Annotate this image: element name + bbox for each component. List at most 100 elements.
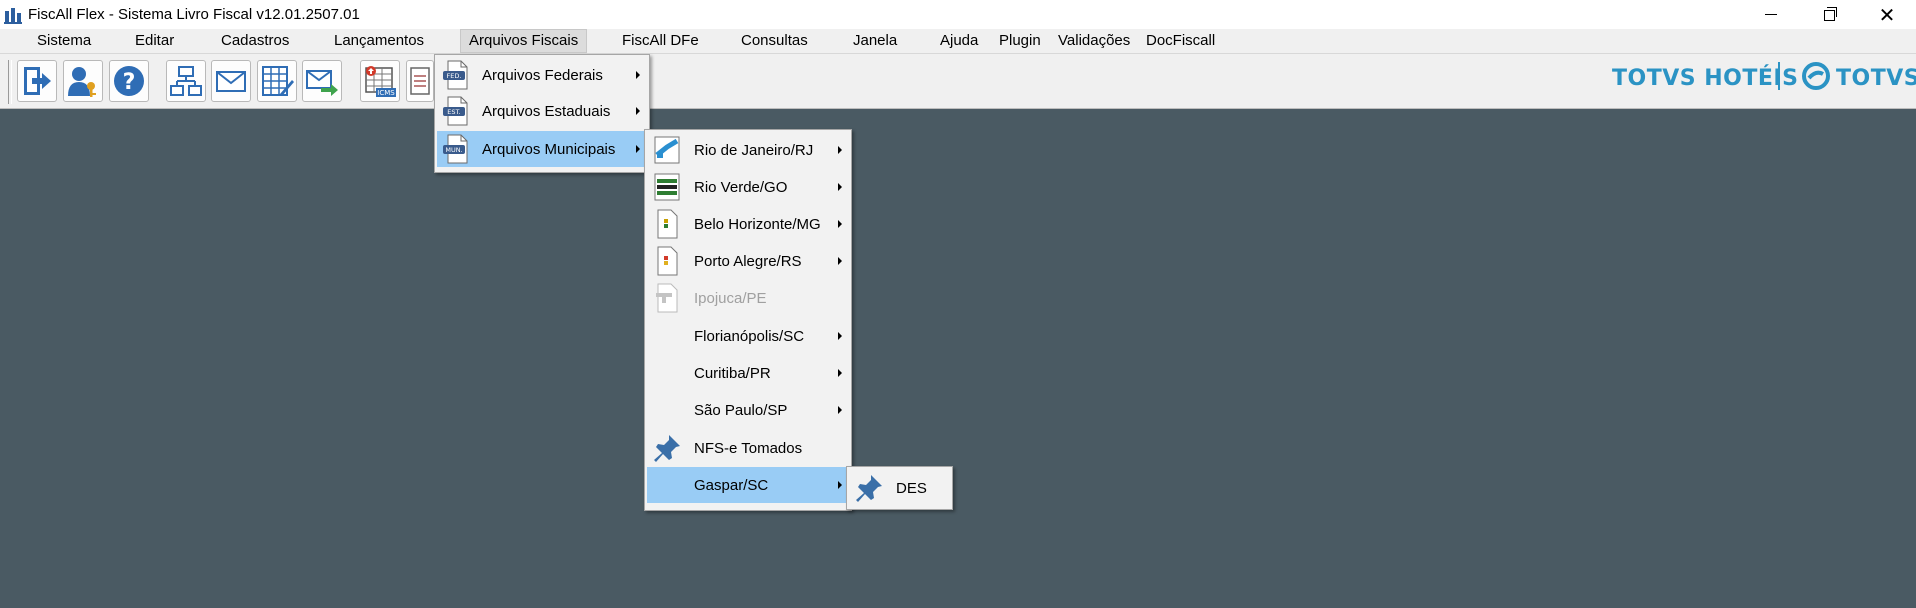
- help-icon: ?: [114, 66, 144, 96]
- submenu-arrow-icon: [636, 71, 640, 79]
- restore-icon: [1823, 7, 1837, 21]
- submenu-arrow-icon: [838, 183, 842, 191]
- submenu-arrow-icon: [838, 220, 842, 228]
- gaspar-menu: DES: [846, 466, 953, 510]
- menu-item-rio-verde[interactable]: Rio Verde/GO: [647, 169, 849, 205]
- submenu-arrow-icon: [838, 146, 842, 154]
- toolbar-grip[interactable]: [8, 60, 12, 104]
- menu-janela[interactable]: Janela: [845, 29, 905, 53]
- menu-item-curitiba[interactable]: Curitiba/PR: [647, 355, 849, 391]
- help-button[interactable]: ?: [109, 60, 149, 102]
- menu-item-arquivos-federais[interactable]: FED. Arquivos Federais: [437, 57, 647, 93]
- menu-item-florianopolis[interactable]: Florianópolis/SC: [647, 318, 849, 354]
- icms-table-icon: ICMS: [365, 66, 396, 97]
- arquivos-fiscais-menu: FED. Arquivos Federais EST. Arquivos Est…: [434, 54, 650, 173]
- menu-item-label: Arquivos Municipais: [482, 140, 616, 158]
- menu-bar: Sistema Editar Cadastros Lançamentos Arq…: [0, 29, 1916, 54]
- est-document-icon: EST.: [443, 96, 468, 126]
- minimize-icon: [1765, 14, 1777, 15]
- exit-icon: [24, 67, 51, 95]
- rio-de-janeiro-flag-icon: [654, 136, 680, 164]
- menu-arquivos-fiscais[interactable]: Arquivos Fiscais: [460, 29, 588, 53]
- totvs-hoteis-logo: TOTVS HOTÉIS: [1612, 66, 1799, 91]
- menu-item-label: Ipojuca/PE: [694, 289, 767, 307]
- menu-item-des[interactable]: DES: [849, 470, 950, 506]
- menu-item-arquivos-estaduais[interactable]: EST. Arquivos Estaduais: [437, 93, 647, 129]
- window-controls: ✕: [1742, 0, 1916, 29]
- svg-text:ICMS: ICMS: [377, 89, 395, 97]
- ipojuca-flag-icon: [656, 283, 678, 313]
- submenu-arrow-icon: [838, 369, 842, 377]
- totvs-logo-icon: [1802, 62, 1830, 90]
- menu-item-ipojuca: Ipojuca/PE: [647, 280, 849, 316]
- app-logo-icon: [4, 6, 22, 24]
- menu-ajuda[interactable]: Ajuda: [932, 29, 986, 53]
- menu-item-label: Gaspar/SC: [694, 476, 769, 494]
- svg-text:?: ?: [123, 70, 136, 95]
- send-mail-icon: [306, 70, 338, 96]
- arquivos-municipais-menu: Rio de Janeiro/RJ Rio Verde/GO Belo Hori…: [644, 129, 852, 511]
- svg-text:MUN.: MUN.: [445, 146, 462, 154]
- spreadsheet-edit-button[interactable]: [257, 60, 297, 102]
- belo-horizonte-flag-icon: [657, 209, 678, 239]
- menu-item-label: Rio de Janeiro/RJ: [694, 141, 814, 159]
- menu-item-label: Belo Horizonte/MG: [694, 215, 821, 233]
- restore-button[interactable]: [1800, 0, 1858, 29]
- submenu-arrow-icon: [838, 332, 842, 340]
- menu-item-arquivos-municipais[interactable]: MUN. Arquivos Municipais: [437, 131, 647, 167]
- menu-item-label: Arquivos Federais: [482, 66, 603, 84]
- send-mail-button[interactable]: [302, 60, 342, 102]
- menu-item-label: Porto Alegre/RS: [694, 252, 802, 270]
- menu-item-gaspar[interactable]: Gaspar/SC: [647, 467, 849, 503]
- close-button[interactable]: ✕: [1858, 0, 1916, 29]
- menu-item-label: Curitiba/PR: [694, 364, 771, 382]
- menu-consultas[interactable]: Consultas: [733, 29, 816, 53]
- svg-text:EST.: EST.: [447, 108, 461, 116]
- menu-item-nfse-tomados[interactable]: NFS-e Tomados: [647, 430, 849, 466]
- menu-docfiscall[interactable]: DocFiscall: [1138, 29, 1223, 53]
- menu-validacoes[interactable]: Validações: [1050, 29, 1138, 53]
- menu-item-rio-de-janeiro[interactable]: Rio de Janeiro/RJ: [647, 132, 849, 168]
- pushpin-icon: [654, 435, 680, 462]
- submenu-arrow-icon: [636, 107, 640, 115]
- document-icon: [410, 67, 430, 95]
- menu-item-label: Rio Verde/GO: [694, 178, 788, 196]
- close-icon: ✕: [1878, 2, 1896, 27]
- pushpin-icon: [856, 475, 882, 502]
- hierarchy-button[interactable]: [166, 60, 206, 102]
- menu-item-label: São Paulo/SP: [694, 401, 788, 419]
- menu-item-porto-alegre[interactable]: Porto Alegre/RS: [647, 243, 849, 279]
- menu-editar[interactable]: Editar: [127, 29, 182, 53]
- submenu-arrow-icon: [636, 145, 640, 153]
- menu-item-belo-horizonte[interactable]: Belo Horizonte/MG: [647, 206, 849, 242]
- menu-lancamentos[interactable]: Lançamentos: [326, 29, 432, 53]
- exit-button[interactable]: [17, 60, 57, 102]
- user-key-icon: [68, 67, 96, 97]
- envelope-button[interactable]: [211, 60, 251, 102]
- icms-table-button[interactable]: ICMS: [360, 60, 400, 102]
- rio-verde-flag-icon: [654, 173, 680, 201]
- menu-fiscall-dfe[interactable]: FiscAll DFe: [614, 29, 707, 53]
- menu-item-sao-paulo[interactable]: São Paulo/SP: [647, 392, 849, 428]
- window-title: FiscAll Flex - Sistema Livro Fiscal v12.…: [28, 6, 360, 23]
- menu-plugin[interactable]: Plugin: [991, 29, 1049, 53]
- minimize-button[interactable]: [1742, 0, 1800, 29]
- menu-item-label: NFS-e Tomados: [694, 439, 803, 457]
- submenu-arrow-icon: [838, 406, 842, 414]
- menu-sistema[interactable]: Sistema: [29, 29, 99, 53]
- menu-item-label: DES: [896, 479, 927, 497]
- fed-document-icon: FED.: [443, 60, 468, 90]
- porto-alegre-flag-icon: [657, 246, 678, 276]
- brand-divider: [1778, 62, 1780, 90]
- menu-item-label: Arquivos Estaduais: [482, 102, 611, 120]
- document-button[interactable]: [406, 60, 434, 102]
- envelope-icon: [216, 71, 246, 92]
- user-key-button[interactable]: [63, 60, 103, 102]
- menu-cadastros[interactable]: Cadastros: [213, 29, 297, 53]
- title-bar: FiscAll Flex - Sistema Livro Fiscal v12.…: [0, 0, 1916, 29]
- submenu-arrow-icon: [838, 257, 842, 265]
- svg-text:FED.: FED.: [447, 72, 462, 80]
- spreadsheet-edit-icon: [262, 66, 294, 96]
- mun-document-icon: MUN.: [443, 134, 468, 164]
- totvs-logo-text: TOTVS: [1836, 66, 1916, 91]
